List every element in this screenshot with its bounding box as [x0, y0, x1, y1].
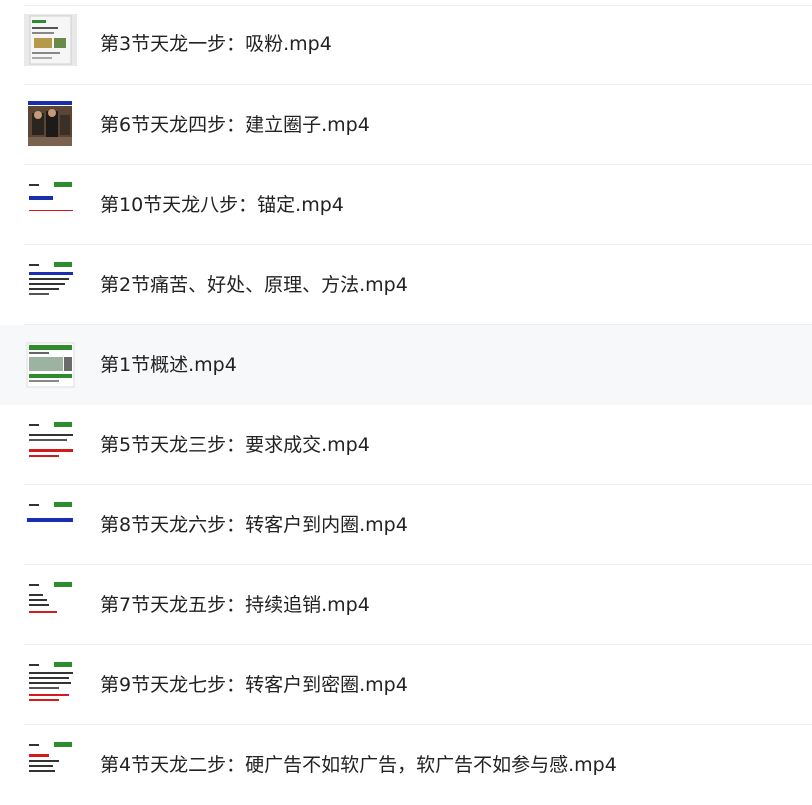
video-thumbnail-icon[interactable]: [24, 739, 77, 791]
file-row[interactable]: 第2节痛苦、好处、原理、方法.mp4: [0, 245, 812, 325]
file-name[interactable]: 第6节天龙四步：建立圈子.mp4: [100, 113, 370, 137]
file-name[interactable]: 第7节天龙五步：持续追销.mp4: [100, 593, 370, 617]
video-thumbnail-icon[interactable]: [24, 339, 77, 391]
file-row[interactable]: 第4节天龙二步：硬广告不如软广告，软广告不如参与感.mp4: [0, 725, 812, 805]
video-thumbnail-icon[interactable]: [24, 659, 77, 711]
file-name[interactable]: 第2节痛苦、好处、原理、方法.mp4: [100, 273, 408, 297]
file-row[interactable]: 第5节天龙三步：要求成交.mp4: [0, 405, 812, 485]
row-divider: [24, 5, 812, 6]
video-thumbnail-icon[interactable]: [24, 99, 77, 151]
file-row[interactable]: 第6节天龙四步：建立圈子.mp4: [0, 85, 812, 165]
file-row-selected[interactable]: 第1节概述.mp4: [0, 325, 812, 405]
video-thumbnail-icon[interactable]: [24, 259, 77, 311]
video-thumbnail-icon[interactable]: [24, 419, 77, 471]
video-thumbnail-icon[interactable]: [24, 499, 77, 551]
video-thumbnail-icon[interactable]: [24, 579, 77, 631]
file-name[interactable]: 第9节天龙七步：转客户到密圈.mp4: [100, 673, 408, 697]
video-thumbnail-icon[interactable]: [24, 179, 77, 231]
file-name[interactable]: 第4节天龙二步：硬广告不如软广告，软广告不如参与感.mp4: [100, 753, 617, 777]
file-name[interactable]: 第5节天龙三步：要求成交.mp4: [100, 433, 370, 457]
file-name[interactable]: 第8节天龙六步：转客户到内圈.mp4: [100, 513, 408, 537]
file-name[interactable]: 第3节天龙一步：吸粉.mp4: [100, 32, 332, 56]
file-name[interactable]: 第10节天龙八步：锚定.mp4: [100, 193, 344, 217]
video-thumbnail-icon[interactable]: [24, 14, 77, 66]
file-name[interactable]: 第1节概述.mp4: [100, 353, 237, 377]
file-list: 第3节天龙一步：吸粉.mp4 第6节天龙四步：建立圈子.mp4 第10节天龙八步…: [0, 0, 812, 805]
file-row[interactable]: 第7节天龙五步：持续追销.mp4: [0, 565, 812, 645]
file-row[interactable]: 第3节天龙一步：吸粉.mp4: [0, 0, 812, 85]
file-row[interactable]: 第8节天龙六步：转客户到内圈.mp4: [0, 485, 812, 565]
file-row[interactable]: 第9节天龙七步：转客户到密圈.mp4: [0, 645, 812, 725]
file-row[interactable]: 第10节天龙八步：锚定.mp4: [0, 165, 812, 245]
